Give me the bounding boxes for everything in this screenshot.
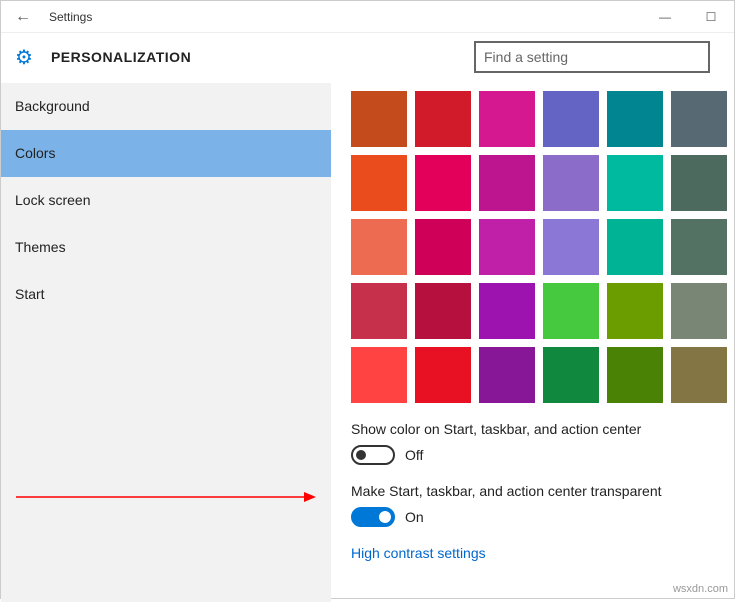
color-swatch[interactable] [671,91,727,147]
sidebar-item-colors[interactable]: Colors [1,130,331,177]
color-swatch[interactable] [479,347,535,403]
search-input[interactable] [484,49,700,65]
toggle-transparent-value: On [405,509,424,525]
color-swatch[interactable] [351,91,407,147]
window-title: Settings [45,10,642,24]
color-swatch[interactable] [415,91,471,147]
color-swatch[interactable] [351,283,407,339]
color-swatch[interactable] [415,155,471,211]
high-contrast-link[interactable]: High contrast settings [351,545,714,561]
back-button[interactable]: ← [1,8,45,26]
sidebar-item-lock-screen[interactable]: Lock screen [1,177,331,224]
sidebar-item-themes[interactable]: Themes [1,224,331,271]
color-swatch[interactable] [543,155,599,211]
color-swatch[interactable] [671,219,727,275]
sidebar: BackgroundColorsLock screenThemesStart [1,83,331,602]
color-swatch[interactable] [479,91,535,147]
color-swatch-grid [351,91,714,403]
color-swatch[interactable] [543,347,599,403]
header: ⚙ PERSONALIZATION [1,33,734,83]
color-swatch[interactable] [543,91,599,147]
color-swatch[interactable] [671,155,727,211]
color-swatch[interactable] [671,283,727,339]
toggle-transparent[interactable] [351,507,395,527]
sidebar-item-background[interactable]: Background [1,83,331,130]
main-panel: Show color on Start, taskbar, and action… [331,83,734,602]
gear-icon: ⚙ [15,45,33,70]
color-swatch[interactable] [543,219,599,275]
color-swatch[interactable] [607,155,663,211]
watermark: wsxdn.com [673,583,728,595]
color-swatch[interactable] [543,283,599,339]
color-swatch[interactable] [479,219,535,275]
page-title: PERSONALIZATION [51,49,474,65]
color-swatch[interactable] [607,91,663,147]
toggle-show-color[interactable] [351,445,395,465]
toggle-show-color-value: Off [405,447,423,463]
setting-label-show-color: Show color on Start, taskbar, and action… [351,421,714,437]
color-swatch[interactable] [351,219,407,275]
sidebar-item-start[interactable]: Start [1,271,331,318]
color-swatch[interactable] [415,219,471,275]
color-swatch[interactable] [671,347,727,403]
color-swatch[interactable] [479,155,535,211]
color-swatch[interactable] [415,347,471,403]
color-swatch[interactable] [607,283,663,339]
minimize-button[interactable]: — [642,10,688,24]
color-swatch[interactable] [415,283,471,339]
color-swatch[interactable] [479,283,535,339]
color-swatch[interactable] [607,219,663,275]
color-swatch[interactable] [351,347,407,403]
setting-label-transparent: Make Start, taskbar, and action center t… [351,483,714,499]
color-swatch[interactable] [607,347,663,403]
maximize-button[interactable]: ☐ [688,10,734,24]
titlebar: ← Settings — ☐ [1,1,734,33]
search-box[interactable] [474,41,710,73]
color-swatch[interactable] [351,155,407,211]
